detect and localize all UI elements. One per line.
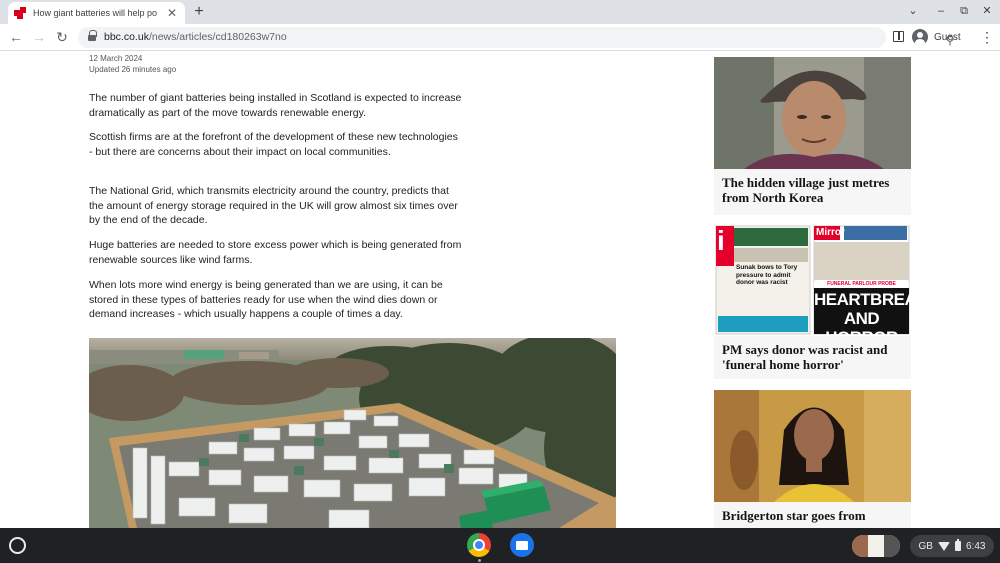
tab-strip: How giant batteries will help po ✕ + ⌄ –… [0,0,1000,24]
mirror-headline-line2: AND HORROR [825,309,898,336]
status-tray[interactable]: GB 6:43 [910,535,994,557]
launcher-icon[interactable] [9,537,26,554]
page-content: 12 March 2024 Updated 26 minutes ago The… [0,52,1000,528]
bridgerton-star-photo [714,390,911,502]
restore-icon[interactable]: ⧉ [956,4,972,18]
lock-icon [88,30,97,42]
article-paragraph: The National Grid, which transmits elect… [89,185,458,226]
guest-avatar-icon [912,29,928,45]
forward-arrow-icon[interactable]: → [30,28,48,46]
mirror-headline-line1: HEARTBREAK [814,290,911,309]
profile-name: Guest [934,31,961,43]
kebab-menu-icon[interactable]: ⋮ [980,29,994,45]
bbc-favicon-icon [14,7,26,19]
sidebar-story-card[interactable]: The hidden village just metres from Nort… [714,57,911,215]
sidebar-story-title[interactable]: The hidden village just metres from Nort… [714,169,911,205]
files-app-icon[interactable] [510,533,534,557]
side-panel-icon[interactable] [893,31,904,42]
newspaper-front-pages: i Sunak bows to Tory pressure to admit d… [714,224,911,336]
article-paragraph: Scottish firms are at the forefront of t… [89,131,458,158]
i-paper-logo: i [717,225,725,256]
tab-search-icon[interactable]: ⌄ [905,4,921,18]
url-domain: bbc.co.uk [104,31,149,43]
battery-site-photo [89,338,616,528]
sidebar-story-title[interactable]: PM says donor was racist and 'funeral ho… [714,336,911,372]
sidebar-story-card[interactable]: i Sunak bows to Tory pressure to admit d… [714,224,911,379]
new-tab-button[interactable]: + [190,3,208,21]
back-arrow-icon[interactable]: ← [7,28,25,46]
region-label: GB [918,540,933,552]
minimize-icon[interactable]: – [933,4,949,18]
article-paragraph: Huge batteries are needed to store exces… [89,239,462,266]
tab-title: How giant batteries will help po [33,8,158,18]
wifi-icon [937,541,950,551]
article-paragraph: When lots more wind energy is being gene… [89,279,443,320]
profile-button[interactable]: Guest [912,28,961,46]
sidebar-story-title[interactable]: Bridgerton star goes from [714,502,911,523]
browser-toolbar: ← → ↻ bbc.co.uk/news/articles/cd180263w7… [0,24,1000,51]
holding-space-thumbnails[interactable] [852,535,900,557]
tab-active[interactable]: How giant batteries will help po ✕ [8,2,185,24]
address-bar[interactable]: bbc.co.uk/news/articles/cd180263w7no ⚲ [78,27,954,48]
running-indicator [478,559,481,562]
reload-icon[interactable]: ↻ [53,28,71,46]
battery-icon [954,539,961,551]
clock: 6:43 [966,540,986,552]
url-path: /news/articles/cd180263w7no [148,31,287,43]
tab-close-icon[interactable]: ✕ [165,6,179,20]
i-paper-headline: Sunak bows to Tory pressure to admit don… [736,264,798,286]
chrome-app-icon[interactable] [467,533,491,557]
mirror-kicker: FUNERAL PARLOUR PROBE [827,281,896,287]
article-updated: Updated 26 minutes ago [89,65,177,74]
os-shelf [0,528,1000,563]
sidebar-story-card[interactable]: Bridgerton star goes from [714,390,911,528]
article-date: 12 March 2024 [89,54,143,63]
elderly-woman-photo [714,57,911,169]
close-window-icon[interactable]: ✕ [979,4,995,18]
article-paragraph: The number of giant batteries being inst… [89,92,462,119]
mirror-logo: Mirror [816,227,845,238]
